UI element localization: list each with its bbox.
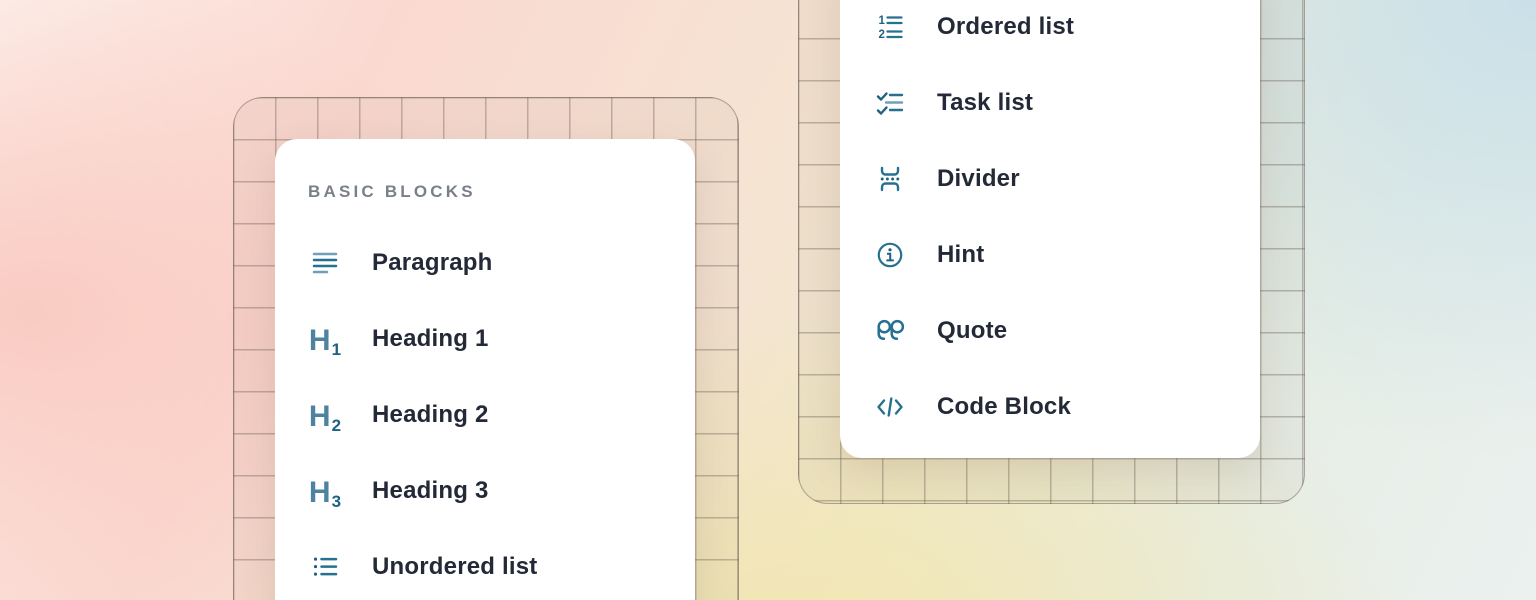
basic-blocks-list: Paragraph H1 Heading 1 H2 Heading 2 H3 H… xyxy=(275,225,695,600)
ordered-list-icon: 1 2 xyxy=(873,10,907,44)
blocks-menu-secondary: 1 2 Ordered list xyxy=(840,0,1260,458)
menu-item-hint[interactable]: Hint xyxy=(840,217,1260,293)
svg-text:2: 2 xyxy=(879,29,885,41)
menu-item-quote[interactable]: Quote xyxy=(840,293,1260,369)
task-list-icon xyxy=(873,86,907,120)
menu-item-label: Quote xyxy=(937,317,1007,345)
heading-2-icon: H2 xyxy=(308,398,342,432)
basic-blocks-menu: BASIC BLOCKS Paragraph H1 Heading 1 xyxy=(275,139,695,600)
menu-item-unordered-list[interactable]: Unordered list xyxy=(275,529,695,600)
menu-item-code-block[interactable]: Code Block xyxy=(840,369,1260,445)
menu-item-divider[interactable]: Divider xyxy=(840,141,1260,217)
menu-item-label: Task list xyxy=(937,89,1033,117)
menu-item-label: Heading 2 xyxy=(372,401,489,429)
menu-item-paragraph[interactable]: Paragraph xyxy=(275,225,695,301)
menu-item-task-list[interactable]: Task list xyxy=(840,65,1260,141)
section-label: BASIC BLOCKS xyxy=(308,182,662,202)
menu-item-ordered-list[interactable]: 1 2 Ordered list xyxy=(840,0,1260,65)
menu-item-heading-2[interactable]: H2 Heading 2 xyxy=(275,377,695,453)
menu-item-label: Code Block xyxy=(937,393,1071,421)
menu-item-label: Ordered list xyxy=(937,13,1074,41)
code-block-icon xyxy=(873,390,907,424)
heading-1-icon: H1 xyxy=(308,322,342,356)
menu-item-label: Heading 1 xyxy=(372,325,489,353)
menu-item-label: Paragraph xyxy=(372,249,493,277)
paragraph-icon xyxy=(308,246,342,280)
menu-item-label: Hint xyxy=(937,241,984,269)
blocks-list: 1 2 Ordered list xyxy=(840,0,1260,445)
menu-item-heading-1[interactable]: H1 Heading 1 xyxy=(275,301,695,377)
divider-icon xyxy=(873,162,907,196)
heading-3-icon: H3 xyxy=(308,474,342,508)
unordered-list-icon xyxy=(308,550,342,584)
menu-item-label: Divider xyxy=(937,165,1020,193)
gradient-background: BASIC BLOCKS Paragraph H1 Heading 1 xyxy=(0,0,1536,600)
menu-item-heading-3[interactable]: H3 Heading 3 xyxy=(275,453,695,529)
quote-icon xyxy=(873,314,907,348)
hint-icon xyxy=(873,238,907,272)
svg-text:1: 1 xyxy=(879,15,886,27)
menu-item-label: Heading 3 xyxy=(372,477,489,505)
menu-item-label: Unordered list xyxy=(372,553,538,581)
